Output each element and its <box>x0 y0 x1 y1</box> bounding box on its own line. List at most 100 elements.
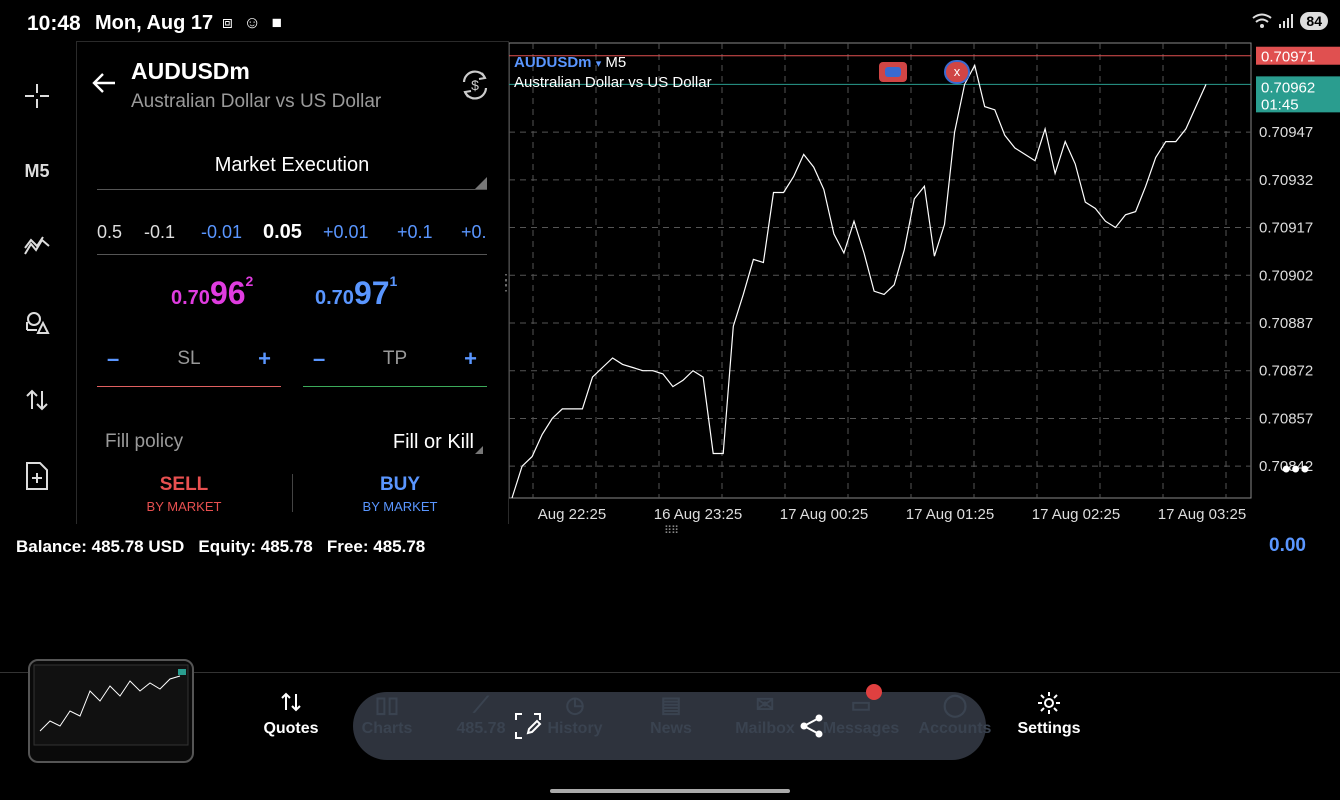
trade-arrows-icon[interactable] <box>14 380 60 420</box>
volume-step[interactable]: +0. <box>461 222 487 243</box>
volume-step[interactable]: -0.1 <box>144 222 175 243</box>
profit-value: 0.00 <box>1269 535 1306 556</box>
dropdown-corner-icon <box>475 446 483 454</box>
bid-price: 0.70962 <box>171 273 254 312</box>
nav-mailbox[interactable]: ✉ Mailbox <box>720 690 810 738</box>
screenshot-edit-icon[interactable] <box>512 710 544 747</box>
bid-sup: 2 <box>245 273 254 289</box>
price-series-line <box>511 63 1207 499</box>
nav-quotes[interactable]: Quotes <box>246 690 336 738</box>
x-tick-label: Aug 22:25 <box>538 506 606 523</box>
quotes-icon <box>246 690 336 720</box>
order-panel: AUDUSDm Australian Dollar vs US Dollar $… <box>76 41 509 524</box>
back-arrow-icon[interactable] <box>91 70 117 103</box>
battery-indicator: 84 <box>1300 12 1328 30</box>
nav-quotes-label: Quotes <box>263 720 319 737</box>
price-chart[interactable]: 0.70947 0.70932 0.70917 0.70902 0.70887 0.708… <box>509 41 1340 527</box>
nav-mailbox-label: Mailbox <box>735 720 795 737</box>
x-tick-label: 17 Aug 02:25 <box>1032 506 1120 523</box>
sell-sub: BY MARKET <box>146 499 222 514</box>
accounts-icon: ◯ <box>942 692 968 717</box>
y-tick-label: 0.70902 <box>1259 267 1313 284</box>
order-symbol: AUDUSDm <box>131 58 250 84</box>
event-marker-icon[interactable]: x <box>944 60 970 84</box>
equity-label: Equity: <box>198 537 257 556</box>
currency-switch-icon[interactable]: $ <box>458 68 492 102</box>
volume-step[interactable]: 0.5 <box>97 222 122 243</box>
chart-resize-handle[interactable]: ⠿⠿ <box>664 524 679 537</box>
order-symbol-description: Australian Dollar vs US Dollar <box>131 91 382 112</box>
gesture-bar[interactable] <box>550 789 790 793</box>
bid-prefix: 0.70 <box>171 287 210 309</box>
trade-signal-icon[interactable] <box>879 62 907 82</box>
x-tick-label: 17 Aug 01:25 <box>906 506 994 523</box>
bottom-divider <box>0 672 1340 673</box>
account-summary: Balance: 485.78 USD Equity: 485.78 Free:… <box>16 537 425 557</box>
nav-charts-label: Charts <box>361 720 413 737</box>
fill-policy-label: Fill policy <box>105 431 184 452</box>
wifi-icon <box>1252 13 1273 28</box>
dropdown-corner-icon <box>475 177 487 189</box>
bag-icon: ■ <box>271 13 285 32</box>
share-icon[interactable] <box>798 712 826 745</box>
status-right: 84 <box>1252 12 1328 30</box>
bid-price-label: 0.70962 <box>1261 79 1315 96</box>
sl-plus-button[interactable]: + <box>258 346 271 372</box>
buy-button[interactable]: BUY BY MARKET <box>305 474 495 514</box>
plot-frame <box>509 42 1252 499</box>
nav-messages-label: Messages <box>822 720 900 737</box>
crosshair-icon[interactable] <box>14 76 60 116</box>
button-divider <box>292 474 293 512</box>
bid-big: 96 <box>209 275 246 311</box>
nav-news[interactable]: ▤ News <box>626 690 716 738</box>
x-tick-label: 17 Aug 00:25 <box>780 506 868 523</box>
status-date: Mon, Aug 17 <box>95 12 214 34</box>
sell-label: SELL <box>159 474 209 495</box>
tp-label: TP <box>382 348 408 369</box>
face-icon: ☺ <box>243 13 264 32</box>
ask-price-label: 0.70971 <box>1261 49 1315 66</box>
x-tick-label: 17 Aug 03:25 <box>1158 506 1246 523</box>
chart-symbol-header[interactable]: AUDUSDm ▾ M5 <box>514 54 626 71</box>
volume-value[interactable]: 0.05 <box>263 221 302 244</box>
svg-text:$: $ <box>471 77 479 93</box>
recent-app-thumbnail[interactable] <box>28 659 194 763</box>
nav-history-label: History <box>547 720 603 737</box>
execution-type-value: Market Execution <box>214 154 370 176</box>
nav-trade-label: 485.78 <box>456 720 506 737</box>
ask-big: 97 <box>353 275 390 311</box>
fill-policy-select[interactable]: Fill or Kill <box>393 431 474 454</box>
nav-accounts[interactable]: ◯ Accounts <box>910 690 1000 738</box>
indicators-icon[interactable] <box>14 226 60 266</box>
volume-step[interactable]: +0.01 <box>323 222 369 243</box>
y-tick-label: 0.70857 <box>1259 410 1313 427</box>
nav-settings[interactable]: Settings <box>1004 690 1094 738</box>
free-label: Free: <box>326 537 369 556</box>
y-tick-label: 0.70947 <box>1259 124 1313 141</box>
charts-icon: ▯▯ <box>374 692 400 717</box>
timeframe-button[interactable]: M5 <box>14 151 60 191</box>
messages-icon: ▭ <box>850 692 872 717</box>
volume-selector[interactable]: 0.5 -0.1 -0.01 0.05 +0.01 +0.1 +0. <box>97 210 487 255</box>
nav-charts[interactable]: ▯▯ Charts <box>342 690 432 738</box>
nav-messages[interactable]: ▭ Messages <box>816 690 906 738</box>
volume-step[interactable]: +0.1 <box>397 222 433 243</box>
nav-news-label: News <box>650 720 692 737</box>
status-bar: 10:48 Mon, Aug 17 ⧈ ☺ ■ 84 <box>0 0 1340 44</box>
chart-symbol-arrow: ▾ <box>595 58 602 70</box>
x-tick-label: 16 Aug 23:25 <box>654 506 742 523</box>
execution-type-select[interactable]: Market Execution <box>97 142 487 190</box>
objects-icon[interactable] <box>14 302 60 342</box>
tp-plus-button[interactable]: + <box>464 346 477 372</box>
ask-prefix: 0.70 <box>315 287 354 309</box>
y-tick-label: 0.70887 <box>1259 315 1313 332</box>
news-icon: ▤ <box>660 692 682 717</box>
stop-loss-field[interactable]: – SL + <box>97 342 281 387</box>
take-profit-field[interactable]: – TP + <box>303 342 487 387</box>
balance-label: Balance: <box>16 537 87 556</box>
sell-button[interactable]: SELL BY MARKET <box>89 474 279 514</box>
more-options-icon[interactable]: ••• <box>1282 458 1310 482</box>
settings-icon <box>1004 690 1094 720</box>
new-document-icon[interactable] <box>14 456 60 496</box>
volume-step[interactable]: -0.01 <box>201 222 242 243</box>
